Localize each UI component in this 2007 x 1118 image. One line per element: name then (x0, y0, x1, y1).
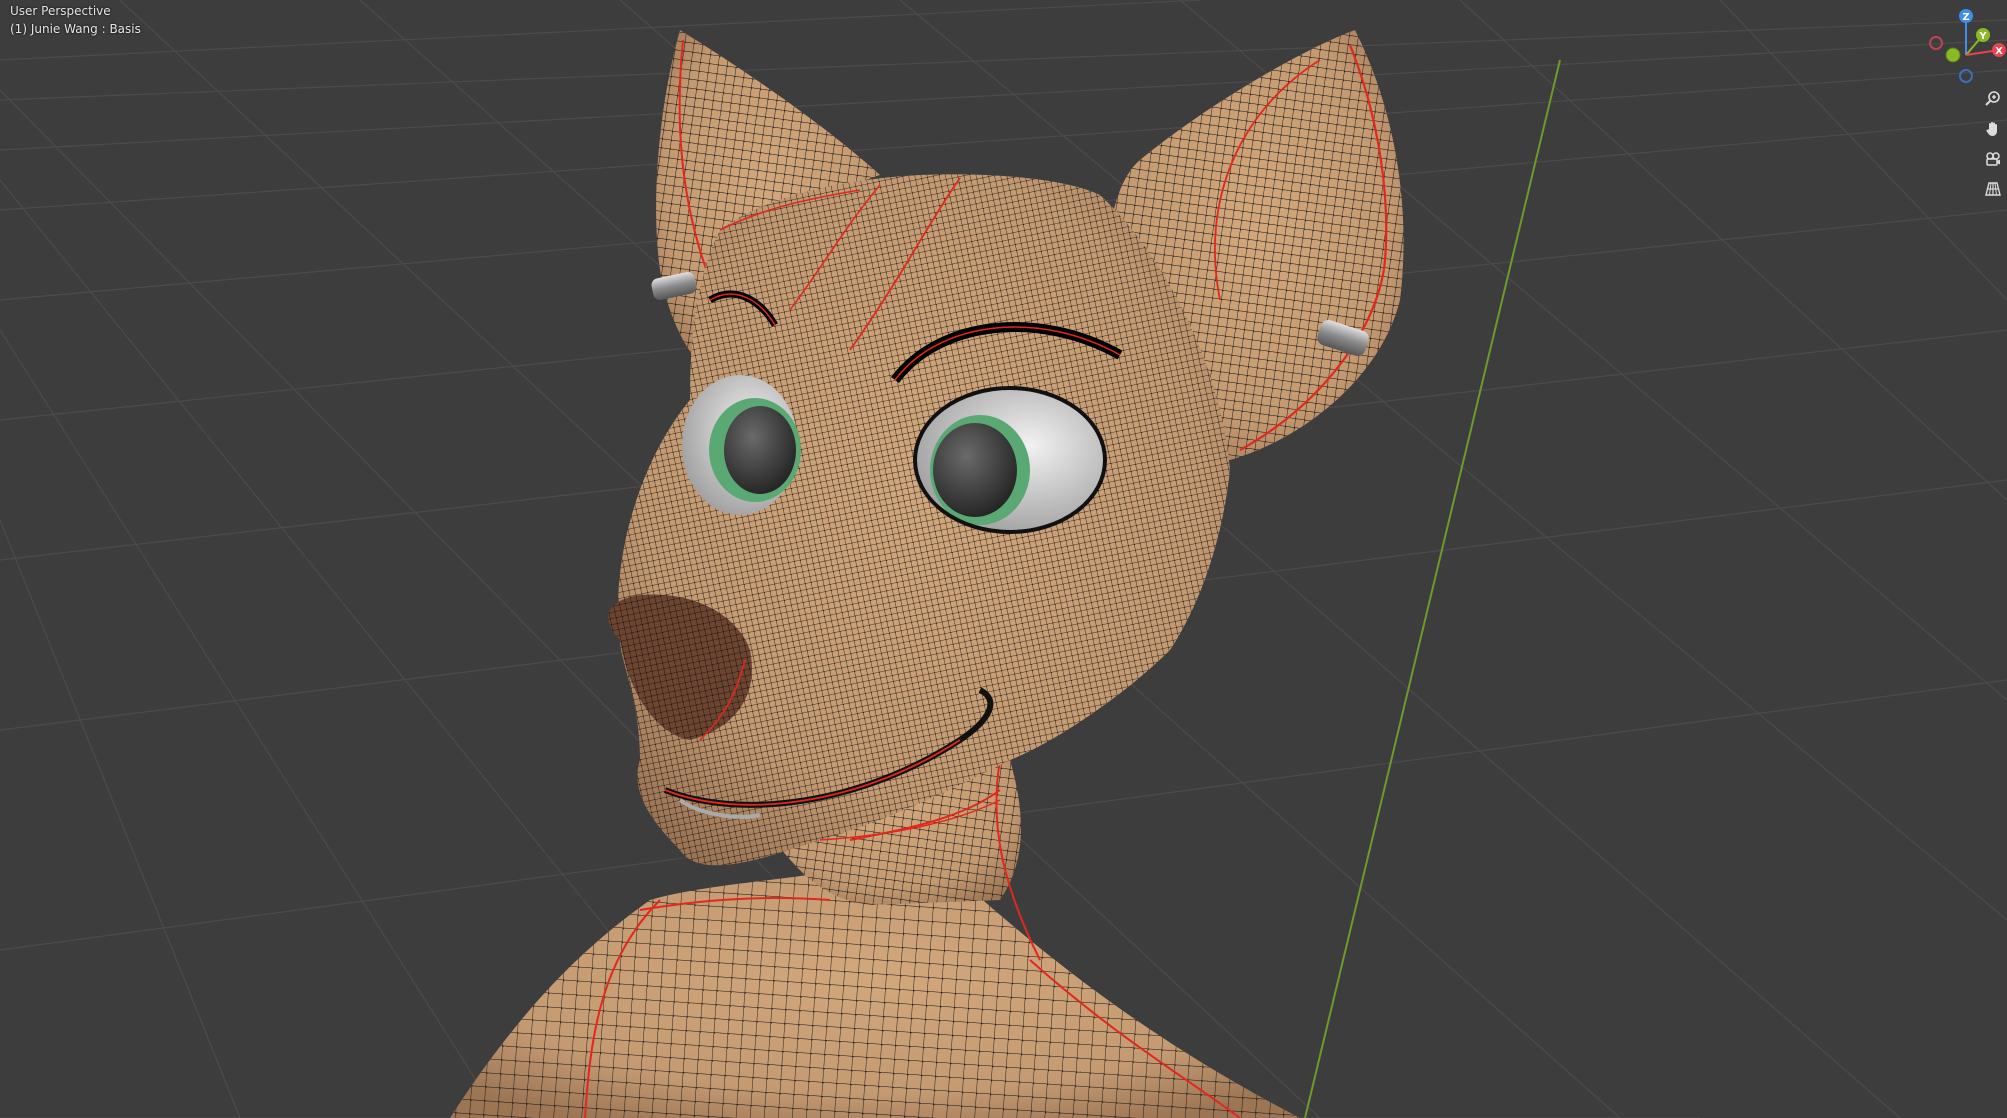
zoom-button[interactable] (1980, 86, 2006, 112)
pan-button[interactable] (1980, 116, 2006, 142)
gizmo-z-label: Z (1962, 12, 1969, 23)
gizmo-neg-x[interactable] (1929, 36, 1943, 50)
right-eye (913, 386, 1107, 534)
zoom-icon (1985, 91, 2000, 106)
viewport-scene[interactable] (0, 0, 2007, 1118)
camera-view-button[interactable] (1980, 146, 2006, 172)
view-mode-label: User Perspective (10, 4, 111, 18)
navigation-gizmo[interactable]: Z Y X (1925, 2, 2007, 84)
3d-viewport[interactable]: User Perspective (1) Junie Wang : Basis … (0, 0, 2007, 1118)
active-object-label: (1) Junie Wang : Basis (10, 22, 141, 36)
pan-hand-icon (1986, 122, 1997, 136)
perspective-grid-icon (1985, 182, 2001, 196)
gizmo-neg-y[interactable] (1945, 47, 1961, 63)
navigation-tools (1980, 86, 2007, 206)
gizmo-x-label: X (1995, 46, 2003, 57)
gizmo-neg-z[interactable] (1959, 69, 1973, 83)
perspective-toggle-button[interactable] (1980, 176, 2006, 202)
gizmo-y-label: Y (1978, 31, 1987, 42)
camera-view-icon (1986, 152, 2000, 166)
